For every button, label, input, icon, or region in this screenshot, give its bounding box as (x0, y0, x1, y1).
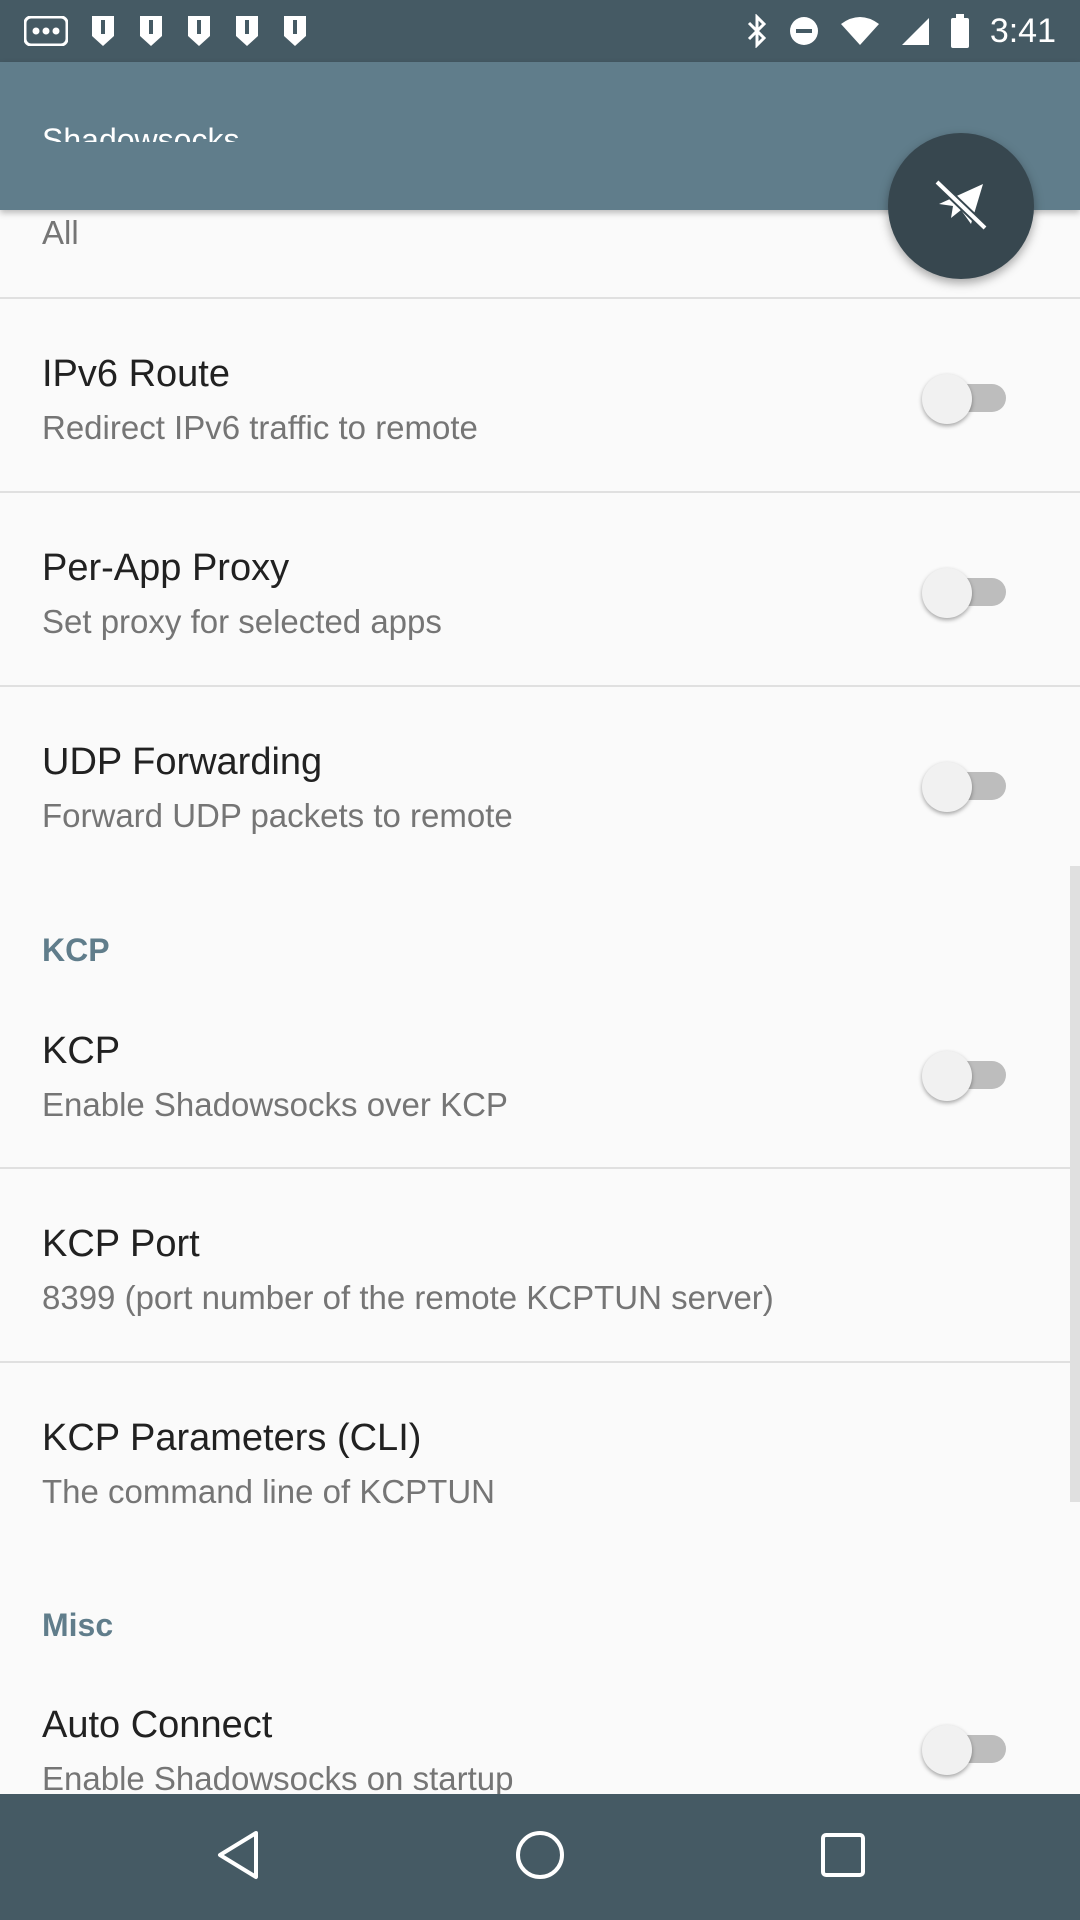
signal-icon (900, 16, 930, 46)
pref-summary: 8399 (port number of the remote KCPTUN s… (42, 1279, 774, 1316)
ipv6-route-switch[interactable] (922, 368, 1010, 428)
ipv6-route-pref[interactable]: IPv6 Route Redirect IPv6 traffic to remo… (0, 299, 1080, 491)
recents-button[interactable] (808, 1822, 878, 1892)
home-button[interactable] (505, 1822, 575, 1892)
toolbar-title: Shadowsocks (42, 122, 240, 142)
switch-thumb (922, 374, 972, 424)
kcp-pref[interactable]: KCP Enable Shadowsocks over KCP (0, 976, 1080, 1168)
back-button[interactable] (203, 1822, 273, 1892)
kcp-switch[interactable] (922, 1045, 1010, 1105)
pref-summary: Enable Shadowsocks on startup (42, 1760, 514, 1794)
per-app-proxy-pref[interactable]: Per-App Proxy Set proxy for selected app… (0, 493, 1080, 685)
switch-thumb (922, 1051, 972, 1101)
per-app-proxy-switch[interactable] (922, 562, 1010, 622)
settings-list[interactable]: All IPv6 Route Redirect IPv6 traffic to … (0, 210, 1080, 1794)
pref-summary: Forward UDP packets to remote (42, 797, 513, 834)
pref-title: Auto Connect (42, 1704, 273, 1746)
kcp-parameters-pref[interactable]: KCP Parameters (CLI) The command line of… (0, 1363, 1080, 1555)
airplane-off-icon (931, 174, 991, 239)
pref-title: UDP Forwarding (42, 741, 323, 783)
status-left (24, 14, 308, 48)
battery-icon (950, 14, 970, 48)
udp-forwarding-switch[interactable] (922, 756, 1010, 816)
pref-summary: Redirect IPv6 traffic to remote (42, 409, 478, 446)
notification-icon (234, 14, 260, 48)
pref-title: KCP Port (42, 1223, 200, 1265)
more-horiz-icon (24, 16, 68, 46)
auto-connect-switch[interactable] (922, 1719, 1010, 1779)
category-kcp: KCP (42, 932, 110, 968)
recents-icon (820, 1832, 866, 1883)
category-misc: Misc (42, 1607, 114, 1643)
notification-icon (282, 14, 308, 48)
bluetooth-icon (746, 14, 768, 48)
switch-thumb (922, 1725, 972, 1775)
pref-title: IPv6 Route (42, 353, 230, 395)
udp-forwarding-pref[interactable]: UDP Forwarding Forward UDP packets to re… (0, 687, 1080, 879)
notification-icon (138, 14, 164, 48)
pref-summary: Set proxy for selected apps (42, 603, 442, 640)
status-bar: 3:41 (0, 0, 1080, 62)
notification-icon (186, 14, 212, 48)
kcp-port-pref[interactable]: KCP Port 8399 (port number of the remote… (0, 1169, 1080, 1361)
switch-thumb (922, 762, 972, 812)
pref-title: KCP Parameters (CLI) (42, 1417, 422, 1459)
back-icon (214, 1829, 262, 1886)
navigation-bar (0, 1794, 1080, 1920)
connect-fab-button[interactable] (888, 133, 1034, 279)
pref-title: Per-App Proxy (42, 547, 290, 589)
home-icon (514, 1829, 566, 1886)
auto-connect-pref[interactable]: Auto Connect Enable Shadowsocks on start… (0, 1650, 1080, 1794)
notification-icon (90, 14, 116, 48)
pref-summary: Enable Shadowsocks over KCP (42, 1086, 508, 1123)
status-time: 3:41 (989, 11, 1056, 50)
route-summary: All (42, 214, 79, 251)
minus-circle-icon (788, 15, 820, 47)
pref-summary: The command line of KCPTUN (42, 1473, 495, 1510)
switch-thumb (922, 568, 972, 618)
scrollbar[interactable] (1070, 866, 1080, 1502)
status-right: 3:41 (746, 12, 1056, 51)
pref-title: KCP (42, 1030, 121, 1072)
wifi-icon (840, 16, 880, 46)
